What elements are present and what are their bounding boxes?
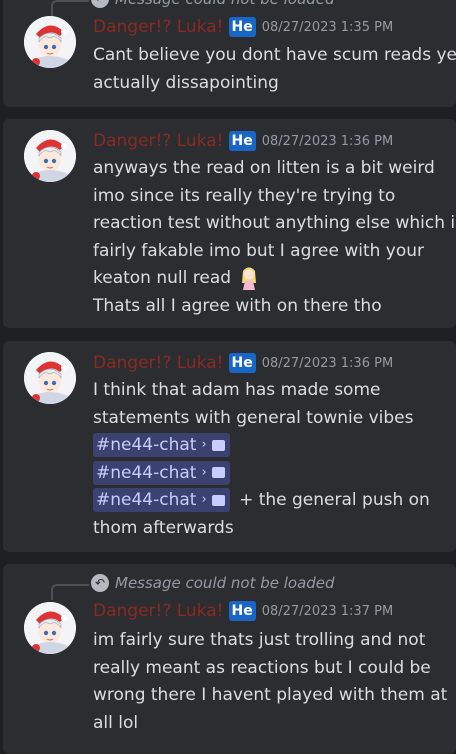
timestamp: 08/27/2023 1:37 PM — [261, 603, 394, 619]
message-line: keaton null read — [93, 265, 456, 293]
thread-bubble-icon — [211, 439, 225, 451]
message-line: statements with general townie vibes — [93, 407, 414, 428]
message-header: Danger!? Luka! He 08/27/2023 1:35 PM — [93, 17, 393, 37]
message-line: imo since its really they're trying to — [93, 185, 396, 206]
pronoun-tag: He — [228, 131, 256, 151]
message-line: wrong there I havent played with them at — [93, 685, 448, 705]
pronoun-tag: He — [228, 601, 256, 621]
reply-spine — [51, 584, 89, 600]
message-line: I think that adam has made some — [93, 380, 381, 400]
message-content: anyways the read on litten is a bit weir… — [93, 155, 456, 320]
channel-name: #ne44-chat — [96, 490, 197, 510]
pronoun-tag: He — [228, 17, 256, 37]
channel-chevron-icon: › — [201, 492, 207, 507]
avatar[interactable] — [24, 352, 76, 404]
message-line: all lol — [93, 712, 139, 733]
timestamp: 08/27/2023 1:36 PM — [261, 133, 394, 149]
message-line: im fairly sure thats just trolling and n… — [93, 630, 426, 650]
avatar[interactable] — [24, 130, 76, 182]
message-content: im fairly sure thats just trolling and n… — [93, 627, 456, 737]
thread-bubble-icon — [211, 467, 225, 478]
author-name[interactable]: Danger!? Luka! — [93, 601, 224, 621]
channel-chevron-icon: › — [201, 464, 207, 480]
channel-mention[interactable]: #ne44-chat › — [93, 433, 230, 457]
message-4: ↶ Message could not be loaded Danger!? L… — [3, 564, 456, 754]
reply-preview[interactable]: ↶ Message could not be loaded — [91, 0, 335, 8]
author-name[interactable]: Danger!? Luka! — [93, 353, 224, 373]
message-line: thom afterwards — [93, 517, 234, 538]
timestamp: 08/27/2023 1:35 PM — [261, 19, 394, 35]
avatar[interactable] — [24, 16, 76, 68]
reply-arrow-icon: ↶ — [91, 0, 109, 8]
message-3: Danger!? Luka! He 08/27/2023 1:36 PM I t… — [3, 341, 456, 552]
reply-text: Message could not be loaded — [115, 0, 335, 8]
avatar[interactable] — [24, 602, 76, 654]
message-line: #ne44-chat › — [93, 460, 456, 488]
message-line-text: keaton null read — [93, 268, 232, 288]
message-header: Danger!? Luka! He 08/27/2023 1:36 PM — [93, 131, 393, 151]
message-content: Cant believe you dont have scum reads ye… — [93, 42, 456, 97]
message-header: Danger!? Luka! He 08/27/2023 1:37 PM — [93, 601, 393, 621]
reply-arrow-icon: ↶ — [91, 574, 109, 592]
reply-text: Message could not be loaded — [115, 574, 335, 592]
message-line: anyways the read on litten is a bit weir… — [93, 158, 435, 178]
girl-sticker-emoji — [239, 265, 259, 291]
message-2: Danger!? Luka! He 08/27/2023 1:36 PM any… — [3, 119, 456, 328]
message-line: Cant believe you dont have scum reads ye… — [93, 45, 456, 65]
message-text: + the general push on — [239, 490, 430, 510]
channel-name: #ne44-chat — [96, 462, 197, 483]
message-line: #ne44-chat › — [93, 432, 456, 460]
channel-chevron-icon: › — [201, 437, 207, 452]
message-1: ↶ Message could not be loaded Danger!? L… — [3, 0, 456, 107]
reply-spine — [51, 0, 89, 16]
message-content: I think that adam has made some statemen… — [93, 377, 456, 542]
pronoun-tag: He — [228, 353, 256, 373]
channel-mention[interactable]: #ne44-chat › — [93, 460, 230, 485]
message-line: really meant as reactions but I could be — [93, 657, 431, 678]
message-line: actually dissapointing — [93, 72, 279, 93]
reply-preview[interactable]: ↶ Message could not be loaded — [91, 574, 335, 592]
message-line: Thats all I agree with on there tho — [93, 295, 382, 316]
thread-bubble-icon — [211, 494, 225, 506]
author-name[interactable]: Danger!? Luka! — [93, 131, 224, 151]
author-name[interactable]: Danger!? Luka! — [93, 17, 224, 37]
message-line: fairly fakable imo but I agree with your — [93, 240, 425, 261]
channel-name: #ne44-chat — [96, 435, 197, 455]
message-header: Danger!? Luka! He 08/27/2023 1:36 PM — [93, 353, 393, 373]
channel-mention[interactable]: #ne44-chat › — [93, 488, 230, 512]
timestamp: 08/27/2023 1:36 PM — [261, 355, 394, 371]
message-line: #ne44-chat › + the general push on — [93, 487, 456, 515]
message-line: reaction test without anything else whic… — [93, 213, 456, 233]
